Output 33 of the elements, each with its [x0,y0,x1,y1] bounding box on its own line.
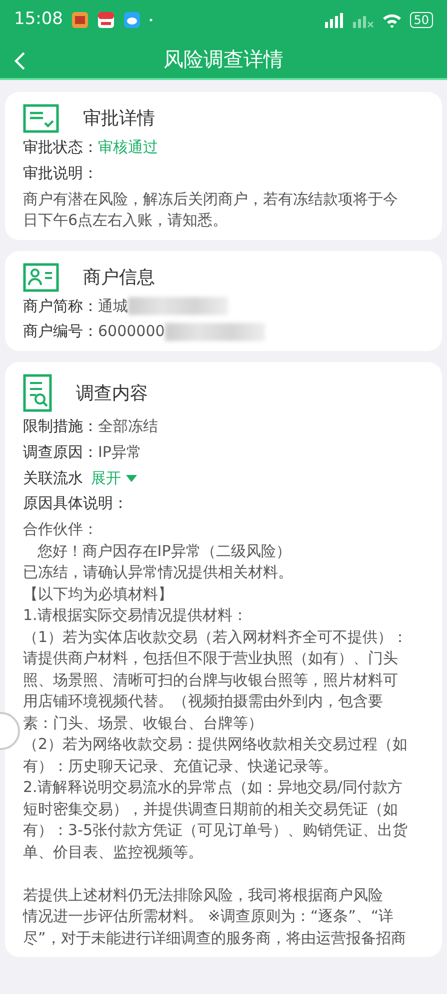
signal-icon [324,12,344,28]
field-label: 审批状态： [23,137,98,158]
search-document-icon [23,374,52,412]
field-value: 审核通过 [98,137,158,158]
field-value: IP异常 [98,442,142,463]
expand-link[interactable]: 展开 [91,468,138,490]
field-label: 调查原因： [23,442,98,463]
wifi-icon [382,12,402,28]
paragraph: 商户有潜在风险，解冻后关闭商户，若有冻结款项将于今 日下午6点左右入账，请知悉。 [23,188,399,231]
field-label: 原因具体说明： [23,493,129,514]
notification-dot [149,18,153,22]
field-label: 审批说明： [23,162,99,184]
app-icon [97,11,115,29]
person-card-icon [23,262,59,292]
checklist-icon [23,104,59,133]
battery-level: 50 [410,12,433,28]
field-label: 商户简称： [23,296,98,316]
paragraph: 合作伙伴： 您好！商户因存在IP异常（二级风险） 已冻结，请确认异常情况提供相关材料。 【以下均为必填材料】 1.请根据实际交易情况提供材料： （1）若为实体店收款交易（若入网材料齐全可不提供）： 请提供商户材料，包括但不限于营业执照（如有）、门头 照、场景照、清晰可扫的台牌与收银台照等，照片材料可 用店铺环境视频代替。（视频拍摄需由外到内，包含要 素：门头、场景、收银台、台牌等） （2）若为网络收款交易：提供网络收款相关交易过程（如 有）：历史聊天记录、充值记录、快递记录等。 2.请解释说明交易流水的异常点（如：异地交易/同付款方 短时密集交易），并提供调查日期前的相关交易凭证（如 有）：3-5张付款方凭证（可见订单号）、购销凭证、出货 单、价目表、监控视频等。 [23,519,409,862]
field-label: 关联流水 [23,468,83,488]
cloud-icon [123,11,141,29]
section-title: 审批详情 [83,107,155,131]
section-title: 商户信息 [83,266,155,290]
paragraph: 若提供上述材料仍无法排除风险，我司将根据商户风险 情况进一步评估所需材料。 ※调查原则为：“逐条”、“详 尽”，对于未能进行详细调查的服务商，将由运营报备招商 [23,884,407,948]
field-label: 限制措施： [23,416,98,437]
clock: 15:08 [14,8,63,32]
app-icon [71,11,89,29]
field-value: 通城 [98,296,128,316]
field-value: 6000000 [98,321,165,342]
field-value: 全部冻结 [98,416,158,437]
back-icon[interactable] [12,50,28,72]
field-label: 商户编号： [23,321,98,342]
section-title: 调查内容 [76,382,148,406]
page-title: 风险调查详情 [164,46,284,73]
